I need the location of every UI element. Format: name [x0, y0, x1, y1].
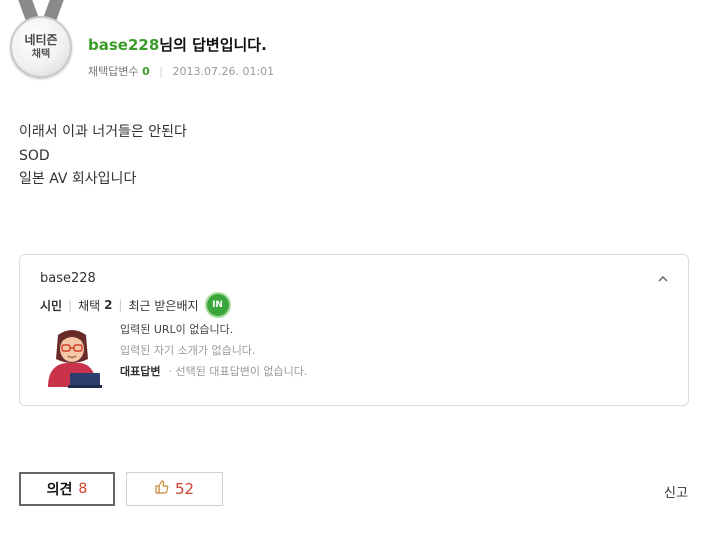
answer-body: 이래서 이과 너거들은 안된다 SOD 일본 AV 회사입니다 — [19, 121, 187, 192]
report-link[interactable]: 신고 — [664, 482, 688, 501]
in-badge-icon[interactable]: IN — [204, 292, 231, 318]
medal-label-line1: 네티즌 — [24, 33, 58, 47]
adopted-count-label: 채택답변수 — [88, 65, 139, 78]
answer-line-1: 이래서 이과 너거들은 안된다 — [19, 124, 187, 140]
opinion-button[interactable]: 의견 8 — [19, 472, 115, 506]
profile-adopt-count: 2 — [104, 298, 113, 312]
answer-line-2: SOD — [19, 147, 50, 164]
profile-stats: 시민 | 채택 2 | 최근 받은배지 IN — [40, 292, 231, 318]
stats-divider: | — [118, 298, 123, 312]
answer-username-link[interactable]: base228 — [88, 36, 159, 54]
answer-date: 2013.07.26. 01:01 — [172, 65, 275, 78]
medal-circle: 네티즌 채택 — [10, 16, 72, 78]
representative-answer-value: · 선택된 대표답변이 없습니다. — [168, 365, 308, 378]
medal-label-line2: 채택 — [31, 49, 51, 60]
profile-level: 시민 — [40, 298, 63, 313]
thumbs-up-icon — [155, 480, 169, 498]
profile-card: base228 시민 | 채택 2 | 최근 받은배지 IN 입력된 URL이 … — [19, 254, 689, 406]
stats-divider: | — [68, 298, 73, 312]
representative-answer: 대표답변 · 선택된 대표답변이 없습니다. — [120, 361, 307, 382]
answer-title: base228님의 답변입니다. — [88, 34, 267, 55]
representative-answer-label: 대표답변 — [120, 365, 161, 378]
netizen-adopted-medal: 네티즌 채택 — [9, 0, 73, 80]
profile-adopt-label: 채택 — [78, 298, 101, 313]
profile-url: 입력된 URL이 없습니다. — [120, 323, 234, 336]
opinion-label: 의견 — [46, 482, 73, 498]
opinion-count: 8 — [78, 481, 88, 497]
answer-title-suffix: 님의 답변입니다. — [159, 36, 267, 54]
chevron-up-icon[interactable] — [658, 271, 668, 285]
recent-badge-label: 최근 받은배지 — [128, 298, 199, 313]
like-count: 52 — [174, 480, 195, 498]
profile-intro: 입력된 자기 소개가 없습니다. — [120, 344, 256, 357]
adopted-count-value: 0 — [142, 65, 150, 78]
meta-divider: | — [159, 65, 163, 78]
profile-name[interactable]: base228 — [40, 271, 96, 286]
profile-info: 입력된 URL이 없습니다. 입력된 자기 소개가 없습니다. 대표답변 · 선택… — [120, 319, 307, 382]
answer-meta: 채택답변수 0 | 2013.07.26. 01:01 — [88, 63, 274, 79]
answer-line-3: 일본 AV 회사입니다 — [19, 171, 137, 187]
like-button[interactable]: 52 — [126, 472, 223, 506]
avatar — [40, 323, 106, 389]
